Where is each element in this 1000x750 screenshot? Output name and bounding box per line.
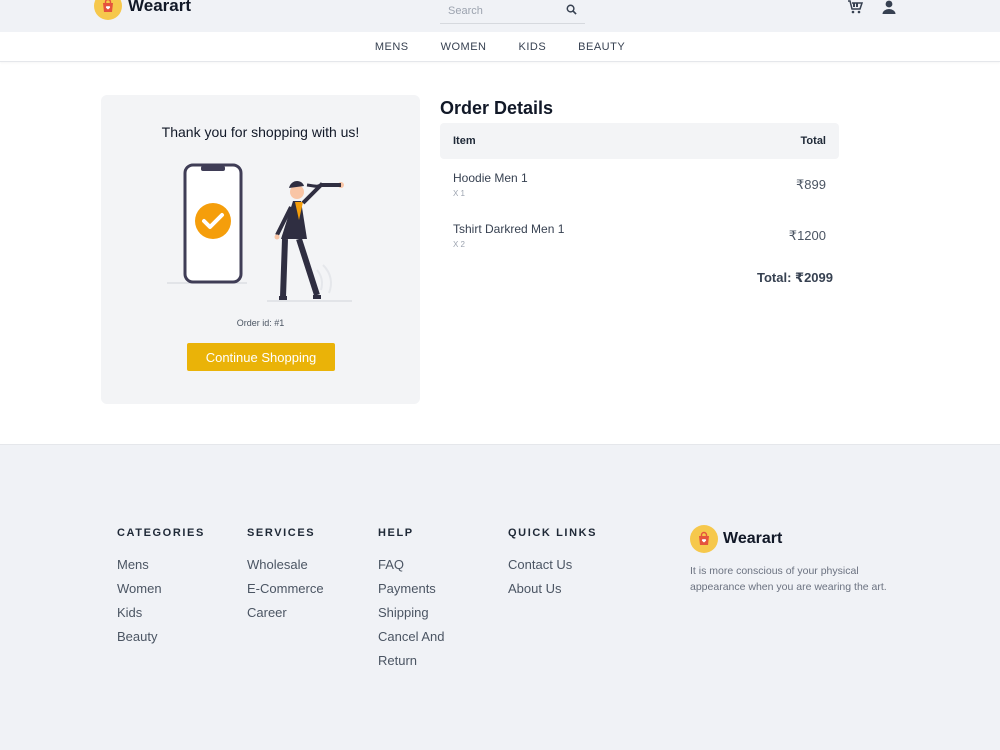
order-item-row: Hoodie Men 1 X 1 ₹899 [440,171,839,211]
site-footer: CATEGORIES Mens Women Kids Beauty SERVIC… [0,444,1000,750]
logo-bag-icon [690,525,718,553]
footer-link-payments[interactable]: Payments [378,577,445,601]
nav-women[interactable]: WOMEN [425,32,503,61]
nav-kids[interactable]: KIDS [502,32,562,61]
col-item-header: Item [453,135,476,147]
footer-tagline: It is more conscious of your physical ap… [690,565,887,593]
order-total: Total: ₹2099 [757,270,833,285]
footer-help: HELP FAQ Payments Shipping Cancel And Re… [378,527,445,673]
footer-link-mens[interactable]: Mens [117,553,205,577]
footer-heading: CATEGORIES [117,527,205,539]
order-details-title: Order Details [440,98,554,118]
order-id-label: Order id: #1 [236,318,285,328]
order-item-row: Tshirt Darkred Men 1 X 2 ₹1200 [440,222,839,262]
cart-icon[interactable] [847,0,864,19]
footer-link-cancel[interactable]: Cancel And [378,625,445,649]
footer-heading: QUICK LINKS [508,527,598,539]
footer-link-wholesale[interactable]: Wholesale [247,553,324,577]
footer-link-shipping[interactable]: Shipping [378,601,445,625]
item-name: Tshirt Darkred Men 1 [453,222,565,236]
category-nav: MENS WOMEN KIDS BEAUTY [0,32,1000,62]
search-bar [440,0,585,24]
footer-categories: CATEGORIES Mens Women Kids Beauty [117,527,205,649]
nav-beauty[interactable]: BEAUTY [562,32,641,61]
footer-brand-name: Wearart [723,530,783,547]
footer-link-contact[interactable]: Contact Us [508,553,597,577]
footer-link-career[interactable]: Career [247,601,324,625]
logo-bag-icon [94,0,122,20]
nav-mens[interactable]: MENS [359,32,425,61]
order-table-header: Item Total [440,123,839,159]
order-success-illustration [167,155,357,310]
search-icon[interactable] [566,2,577,20]
footer-quick-links: QUICK LINKS Contact Us About Us [508,527,597,601]
continue-shopping-button[interactable]: Continue Shopping [187,343,335,371]
item-price: ₹899 [796,177,826,192]
footer-services: SERVICES Wholesale E-Commerce Career [247,527,324,625]
brand-logo[interactable]: Wearart [94,0,191,20]
footer-brand: Wearart It is more conscious of your phy… [690,525,890,595]
footer-link-kids[interactable]: Kids [117,601,205,625]
search-input[interactable] [448,4,548,17]
brand-name: Wearart [128,0,191,15]
user-icon[interactable] [882,0,896,19]
footer-heading: HELP [378,527,414,539]
footer-heading: SERVICES [247,527,316,539]
confirmation-card: Thank you for shopping with us! Order id… [101,95,420,404]
top-header: Wearart [0,0,1000,32]
item-price: ₹1200 [788,228,826,243]
footer-link-ecommerce[interactable]: E-Commerce [247,577,324,601]
thank-you-heading: Thank you for shopping with us! [161,124,360,140]
footer-link-return[interactable]: Return [378,649,445,673]
item-name: Hoodie Men 1 [453,171,528,185]
col-total-header: Total [800,135,826,147]
item-qty: X 1 [453,189,466,198]
item-qty: X 2 [453,240,466,249]
check-icon [195,203,231,239]
footer-link-faq[interactable]: FAQ [378,553,445,577]
footer-link-beauty[interactable]: Beauty [117,625,205,649]
footer-link-women[interactable]: Women [117,577,205,601]
footer-link-about[interactable]: About Us [508,577,597,601]
